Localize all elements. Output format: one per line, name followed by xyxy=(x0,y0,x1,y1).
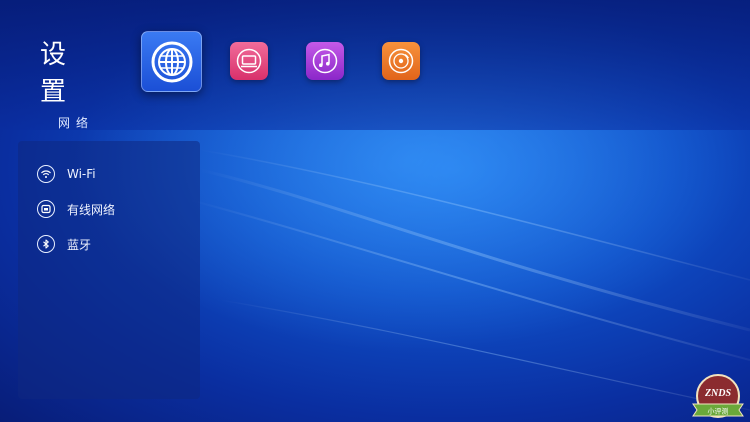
page-title: 设 置 xyxy=(40,40,75,107)
znds-badge: ZNDS 小评测 xyxy=(692,374,744,418)
menu-item-wifi[interactable]: Wi-Fi xyxy=(37,162,96,186)
title-block: 设 置 网络 xyxy=(40,34,110,131)
menu-item-label: 有线网络 xyxy=(67,202,116,217)
page-subtitle: 网络 xyxy=(58,116,95,130)
display-app-tile[interactable] xyxy=(230,42,268,80)
ethernet-icon xyxy=(37,200,55,218)
globe-icon xyxy=(151,41,192,82)
menu-item-label: 蓝牙 xyxy=(67,237,92,252)
disc-icon xyxy=(388,48,414,74)
monitor-icon xyxy=(236,48,262,74)
header-bar xyxy=(0,0,750,130)
badge-text: ZNDS xyxy=(704,388,732,399)
badge-banner-text: 小评测 xyxy=(708,407,729,416)
network-app-tile[interactable] xyxy=(141,31,202,92)
network-menu-panel: Wi-Fi 有线网络 蓝牙 xyxy=(18,141,200,399)
music-app-tile[interactable] xyxy=(306,42,344,80)
menu-item-bluetooth[interactable]: 蓝牙 xyxy=(37,232,91,256)
wifi-icon xyxy=(37,165,55,183)
media-app-tile[interactable] xyxy=(382,42,420,80)
menu-item-label: Wi-Fi xyxy=(67,167,96,181)
bluetooth-icon xyxy=(37,235,55,253)
music-note-icon xyxy=(312,48,338,74)
menu-item-ethernet[interactable]: 有线网络 xyxy=(37,197,115,221)
